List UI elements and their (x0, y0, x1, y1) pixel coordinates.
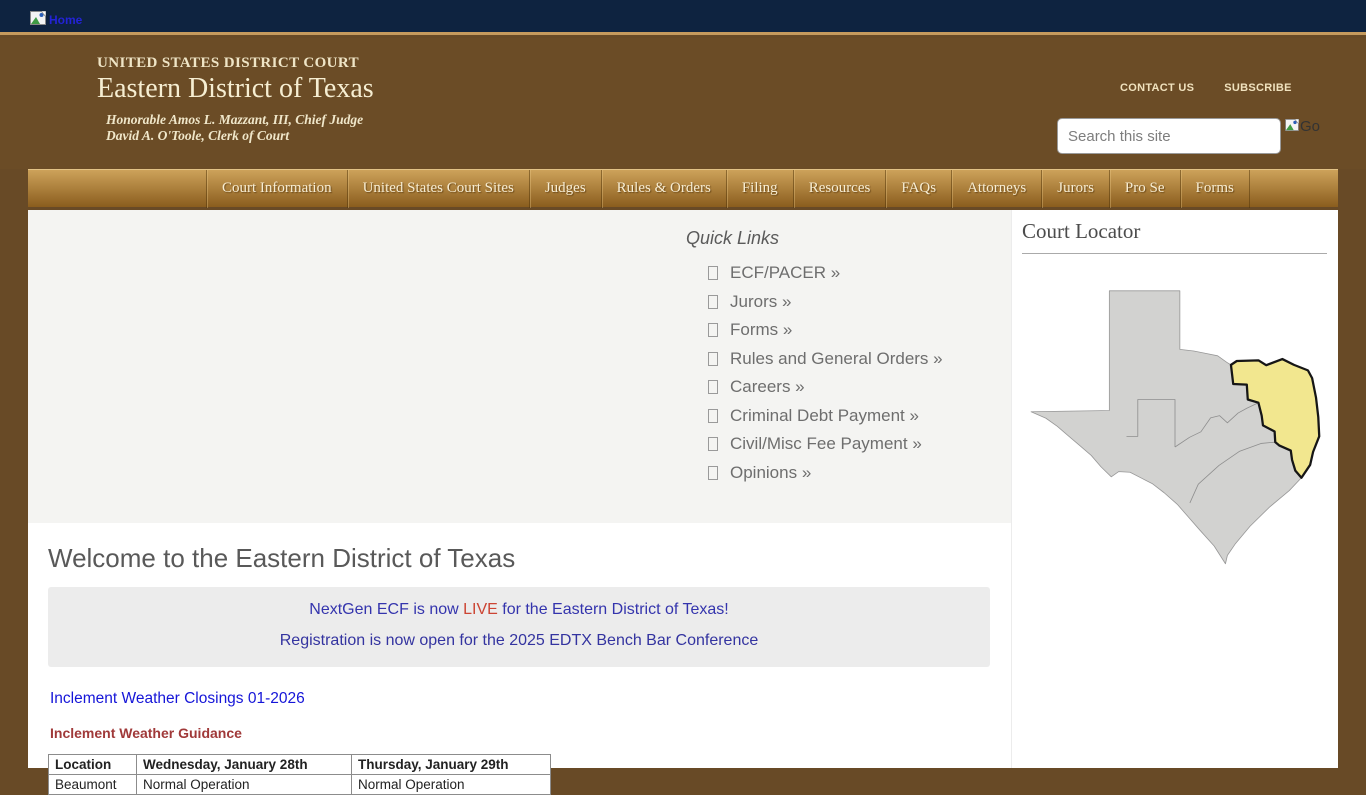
missing-glyph-icon (708, 409, 718, 423)
broken-image-icon (1285, 118, 1299, 135)
missing-glyph-icon (708, 352, 718, 366)
missing-glyph-icon (708, 295, 718, 309)
court-eyebrow: UNITED STATES DISTRICT COURT (97, 55, 374, 72)
quick-link-criminal-debt-payment[interactable]: Criminal Debt Payment » (686, 402, 943, 431)
utility-links: CONTACT US SUBSCRIBE (1120, 82, 1340, 94)
clerk-line: David A. O'Toole, Clerk of Court (106, 128, 374, 144)
table-cell-location: Beaumont (49, 775, 137, 795)
contact-us-link[interactable]: CONTACT US (1120, 82, 1194, 94)
missing-glyph-icon (708, 437, 718, 451)
quick-link-civil-misc-fee-payment[interactable]: Civil/Misc Fee Payment » (686, 430, 943, 459)
table-header-location: Location (49, 755, 137, 775)
live-highlight: LIVE (463, 601, 498, 618)
welcome-heading: Welcome to the Eastern District of Texas (48, 543, 1011, 574)
main-navigation: Court Information United States Court Si… (28, 169, 1338, 207)
main-content: Welcome to the Eastern District of Texas… (28, 523, 1011, 768)
quick-links-panel: Quick Links ECF/PACER » Jurors » Forms »… (686, 228, 943, 487)
texas-district-map[interactable] (1012, 280, 1338, 577)
nav-item-attorneys[interactable]: Attorneys (951, 170, 1041, 208)
table-header-thursday: Thursday, January 29th (352, 755, 551, 775)
site-title-block: UNITED STATES DISTRICT COURT Eastern Dis… (97, 55, 374, 144)
site-title: Eastern District of Texas (97, 73, 374, 105)
nextgen-announcement[interactable]: NextGen ECF is now LIVE for the Eastern … (309, 601, 728, 618)
nav-item-resources[interactable]: Resources (793, 170, 886, 208)
site-search-input[interactable] (1057, 118, 1281, 154)
nav-item-faqs[interactable]: FAQs (885, 170, 951, 208)
table-header-wednesday: Wednesday, January 28th (137, 755, 352, 775)
banner-region: Quick Links ECF/PACER » Jurors » Forms »… (28, 210, 1011, 523)
missing-glyph-icon (708, 266, 718, 280)
broken-image-icon (30, 11, 46, 28)
nav-item-forms[interactable]: Forms (1180, 170, 1250, 208)
bench-bar-registration-link[interactable]: Registration is now open for the 2025 ED… (48, 632, 990, 650)
quick-link-careers[interactable]: Careers » (686, 373, 943, 402)
quick-link-rules-general-orders[interactable]: Rules and General Orders » (686, 345, 943, 374)
table-cell-wednesday: Normal Operation (137, 775, 352, 795)
top-bar: Home (0, 0, 1366, 35)
subscribe-link[interactable]: SUBSCRIBE (1224, 82, 1292, 94)
nav-item-court-information[interactable]: Court Information (206, 170, 347, 208)
quick-link-ecf-pacer[interactable]: ECF/PACER » (686, 259, 943, 288)
inclement-weather-closings-link[interactable]: Inclement Weather Closings 01-2026 (50, 690, 1011, 708)
quick-links-heading: Quick Links (686, 228, 943, 249)
inclement-weather-guidance-heading: Inclement Weather Guidance (50, 725, 1011, 741)
home-link-label: Home (49, 13, 82, 27)
quick-link-jurors[interactable]: Jurors » (686, 288, 943, 317)
go-button-label: Go (1300, 118, 1320, 135)
nav-item-filing[interactable]: Filing (726, 170, 793, 208)
missing-glyph-icon (708, 323, 718, 337)
table-cell-thursday: Normal Operation (352, 775, 551, 795)
table-row: Beaumont Normal Operation Normal Operati… (49, 775, 551, 795)
weather-status-table: Location Wednesday, January 28th Thursda… (48, 754, 551, 795)
missing-glyph-icon (708, 380, 718, 394)
nav-item-us-court-sites[interactable]: United States Court Sites (347, 170, 529, 208)
site-header: UNITED STATES DISTRICT COURT Eastern Dis… (0, 38, 1366, 169)
quick-link-opinions[interactable]: Opinions » (686, 459, 943, 488)
nav-item-pro-se[interactable]: Pro Se (1109, 170, 1180, 208)
home-link[interactable]: Home (30, 11, 82, 28)
chief-judge-line: Honorable Amos L. Mazzant, III, Chief Ju… (106, 112, 374, 128)
court-locator-panel: Court Locator (1011, 210, 1338, 768)
missing-glyph-icon (708, 466, 718, 480)
table-header-row: Location Wednesday, January 28th Thursda… (49, 755, 551, 775)
officials-block: Honorable Amos L. Mazzant, III, Chief Ju… (106, 112, 374, 144)
quick-link-forms[interactable]: Forms » (686, 316, 943, 345)
court-locator-heading: Court Locator (1022, 219, 1327, 254)
announcement-box: NextGen ECF is now LIVE for the Eastern … (48, 587, 990, 667)
nav-item-judges[interactable]: Judges (529, 170, 601, 208)
nav-item-rules-orders[interactable]: Rules & Orders (601, 170, 726, 208)
nav-item-jurors[interactable]: Jurors (1041, 170, 1109, 208)
search-go-button[interactable]: Go (1285, 118, 1320, 135)
